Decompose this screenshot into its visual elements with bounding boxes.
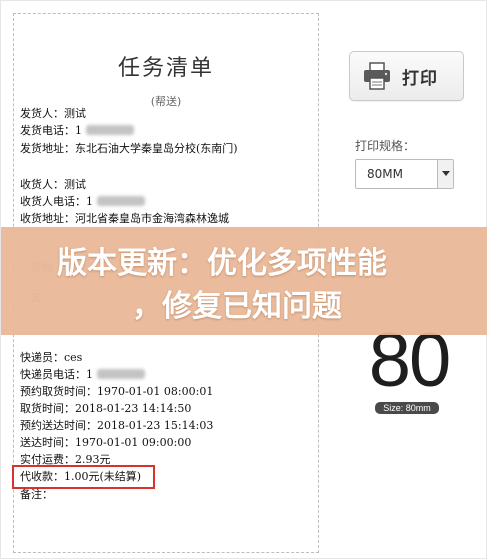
sender-phone: 1 bbox=[75, 124, 82, 137]
sender-name-label: 发货人： bbox=[20, 107, 64, 120]
courier-label: 快递员： bbox=[20, 351, 64, 364]
sender-address: 东北石油大学秦皇岛分校(东南门) bbox=[75, 142, 238, 155]
delivery-eta-row: 预约送达时间：2018-01-23 15:14:03 bbox=[20, 419, 213, 433]
pickup-eta: 1970-01-01 08:00:01 bbox=[97, 385, 214, 398]
sender-name-row: 发货人：测试 bbox=[20, 107, 86, 121]
app-frame: 任务清单 (帮送) 发货人：测试 发货电话：1 发货地址：东北石油大学秦皇岛分校… bbox=[0, 0, 487, 559]
redacted-phone bbox=[97, 196, 145, 206]
delivered-label: 送达时间： bbox=[20, 436, 75, 449]
print-spec-select[interactable]: 80MM bbox=[355, 159, 454, 189]
print-button[interactable]: 打印 bbox=[349, 51, 464, 101]
pickup-eta-row: 预约取货时间：1970-01-01 08:00:01 bbox=[20, 385, 213, 399]
cod-value: 1.00元(未结算) bbox=[64, 470, 142, 483]
pickup-time-label: 取货时间： bbox=[20, 402, 75, 415]
receiver-name: 测试 bbox=[64, 178, 86, 191]
print-button-label: 打印 bbox=[402, 68, 438, 89]
sender-phone-row: 发货电话：1 bbox=[20, 124, 134, 138]
receiver-phone-row: 收货人电话：1 bbox=[20, 195, 145, 209]
receipt-title: 任务清单 bbox=[117, 56, 214, 81]
note-label: 备注： bbox=[20, 488, 53, 501]
courier-name: ces bbox=[64, 351, 83, 364]
print-spec-label: 打印规格： bbox=[355, 139, 416, 153]
note-row: 备注： bbox=[20, 488, 53, 502]
sender-address-label: 发货地址： bbox=[20, 142, 75, 155]
receiver-name-row: 收货人：测试 bbox=[20, 178, 86, 192]
courier-row: 快递员：ces bbox=[20, 351, 82, 365]
courier-phone-label: 快递员电话： bbox=[20, 368, 86, 381]
courier-phone: 1 bbox=[86, 368, 93, 381]
redacted-phone bbox=[97, 369, 145, 379]
delivered-time: 1970-01-01 09:00:00 bbox=[75, 436, 192, 449]
redacted-phone bbox=[86, 125, 134, 135]
receiver-address-row: 收货地址：河北省秦皇岛市金海湾森林逸城 bbox=[20, 212, 229, 226]
receiver-phone-label: 收货人电话： bbox=[20, 195, 86, 208]
delivered-row: 送达时间：1970-01-01 09:00:00 bbox=[20, 436, 191, 450]
receiver-phone: 1 bbox=[86, 195, 93, 208]
receiver-address: 河北省秦皇岛市金海湾森林逸城 bbox=[75, 212, 229, 225]
courier-phone-row: 快递员电话：1 bbox=[20, 368, 145, 382]
dropdown-arrow-icon[interactable] bbox=[437, 160, 453, 188]
pickup-time-row: 取货时间：2018-01-23 14:14:50 bbox=[20, 402, 191, 416]
banner-line-2: ，修复已知问题 bbox=[132, 289, 342, 324]
delivery-eta: 2018-01-23 15:14:03 bbox=[97, 419, 214, 432]
pickup-eta-label: 预约取货时间： bbox=[20, 385, 97, 398]
print-spec-value: 80MM bbox=[367, 167, 403, 181]
cod-label: 代收款： bbox=[20, 470, 64, 483]
pickup-time: 2018-01-23 14:14:50 bbox=[75, 402, 192, 415]
size-badge: Size: 80mm bbox=[375, 402, 439, 414]
receiver-name-label: 收货人： bbox=[20, 178, 64, 191]
receiver-address-label: 收货地址： bbox=[20, 212, 75, 225]
printer-icon bbox=[364, 62, 390, 90]
banner-line-1: 版本更新：优化多项性能 bbox=[57, 246, 387, 281]
delivery-eta-label: 预约送达时间： bbox=[20, 419, 97, 432]
cod-row: 代收款：1.00元(未结算) bbox=[20, 470, 141, 484]
update-banner: 版本更新：优化多项性能 ，修复已知问题 bbox=[1, 227, 487, 335]
sender-name: 测试 bbox=[64, 107, 86, 120]
sender-address-row: 发货地址：东北石油大学秦皇岛分校(东南门) bbox=[20, 142, 238, 156]
sender-phone-label: 发货电话： bbox=[20, 124, 75, 137]
